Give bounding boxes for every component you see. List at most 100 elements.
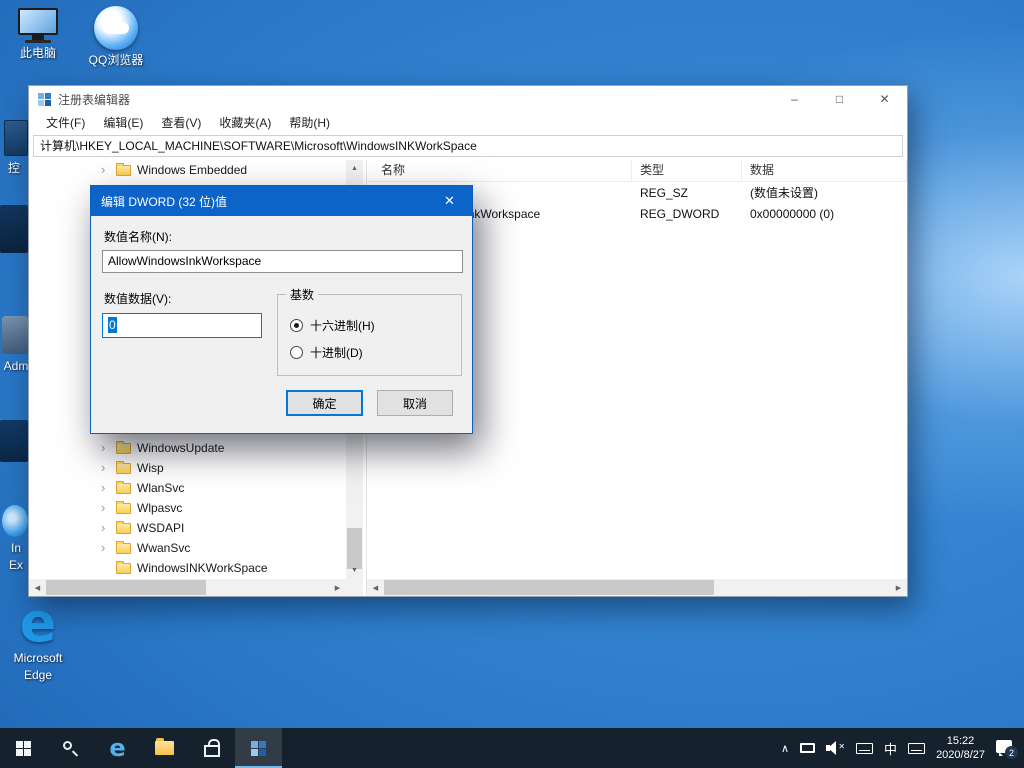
- chevron-right-icon[interactable]: ›: [101, 461, 116, 475]
- tree-item-label: WSDAPI: [137, 521, 185, 535]
- taskbar-edge-button[interactable]: e: [94, 728, 141, 768]
- tree-item-windows-embedded[interactable]: › Windows Embedded: [29, 160, 349, 180]
- dialog-titlebar[interactable]: 编辑 DWORD (32 位)值: [91, 186, 472, 216]
- base-group-label: 基数: [286, 286, 319, 303]
- radio-dec-label: 十进制(D): [310, 345, 363, 360]
- tree-item-windowsinkworkspace[interactable]: WindowsINKWorkSpace: [29, 558, 349, 578]
- folder-icon: [116, 560, 131, 574]
- tree-item-wsdapi[interactable]: › WSDAPI: [29, 518, 349, 538]
- chevron-right-icon[interactable]: ›: [101, 501, 116, 515]
- scroll-up-icon[interactable]: ▲: [346, 160, 363, 177]
- tree-item-label: WindowsINKWorkSpace: [137, 561, 268, 575]
- scroll-left-icon[interactable]: ◀: [29, 579, 46, 596]
- chevron-right-icon[interactable]: ›: [101, 481, 116, 495]
- edge-label-line2: Edge: [23, 668, 53, 682]
- folder-icon: [116, 520, 131, 534]
- menu-help[interactable]: 帮助(H): [280, 112, 339, 134]
- folder-icon: [116, 480, 131, 494]
- scroll-left-icon[interactable]: ◀: [367, 579, 384, 596]
- value-data-input[interactable]: 0: [102, 313, 262, 338]
- folder-icon: [116, 460, 131, 474]
- registry-app-icon: [38, 92, 51, 106]
- edge-icon: e: [109, 734, 126, 762]
- column-header-type[interactable]: 类型: [632, 160, 742, 182]
- value-name-input[interactable]: AllowWindowsInkWorkspace: [102, 250, 463, 273]
- folder-icon: [116, 162, 131, 176]
- radio-checked-icon[interactable]: [290, 318, 303, 332]
- chevron-right-icon[interactable]: ›: [101, 541, 116, 555]
- taskbar-explorer-button[interactable]: [141, 728, 188, 768]
- radio-unchecked-icon[interactable]: [290, 345, 303, 359]
- scroll-down-icon[interactable]: ▼: [346, 562, 363, 579]
- registry-titlebar[interactable]: 注册表编辑器 – □ ✕: [29, 86, 907, 112]
- edge-label-line1: Microsoft: [13, 651, 63, 665]
- partial-desktop-icon-1[interactable]: [4, 120, 28, 156]
- start-button[interactable]: [0, 728, 47, 768]
- address-bar-area: 计算机\HKEY_LOCAL_MACHINE\SOFTWARE\Microsof…: [29, 134, 907, 160]
- tree-item-label: WindowsUpdate: [137, 441, 225, 455]
- action-center-icon[interactable]: 2: [996, 739, 1018, 759]
- list-horizontal-scrollbar[interactable]: ◀ ▶: [367, 579, 907, 596]
- chevron-right-icon[interactable]: ›: [101, 441, 116, 455]
- tray-chevron-up-icon[interactable]: ∧: [781, 742, 789, 755]
- taskbar-store-button[interactable]: [188, 728, 235, 768]
- minimize-button[interactable]: –: [772, 86, 817, 112]
- tree-item-label: Wisp: [137, 461, 164, 475]
- radio-hexadecimal[interactable]: 十六进制(H): [290, 317, 375, 333]
- volume-muted-icon[interactable]: ✕: [826, 740, 845, 756]
- edit-dword-dialog: 编辑 DWORD (32 位)值 ✕ 数值名称(N): AllowWindows…: [90, 185, 473, 434]
- partial-desktop-icon-2[interactable]: [0, 205, 28, 253]
- desktop-icon-this-pc[interactable]: 此电脑: [0, 8, 76, 60]
- registry-icon: [251, 740, 266, 756]
- tree-horizontal-scrollbar[interactable]: ◀ ▶: [29, 579, 346, 596]
- ok-button[interactable]: 确定: [286, 390, 363, 416]
- tree-item-wisp[interactable]: › Wisp: [29, 458, 349, 478]
- scroll-right-icon[interactable]: ▶: [890, 579, 907, 596]
- ime-keyboard-icon[interactable]: [856, 742, 874, 754]
- tree-item-wwansvc[interactable]: › WwanSvc: [29, 538, 349, 558]
- scroll-right-icon[interactable]: ▶: [329, 579, 346, 596]
- touch-keyboard-icon[interactable]: [908, 742, 926, 754]
- value-type-cell: REG_DWORD: [640, 206, 720, 221]
- tree-item-wlpasvc[interactable]: › Wlpasvc: [29, 498, 349, 518]
- address-bar-input[interactable]: 计算机\HKEY_LOCAL_MACHINE\SOFTWARE\Microsof…: [33, 135, 903, 157]
- menu-favorites[interactable]: 收藏夹(A): [210, 112, 280, 134]
- radio-hex-label: 十六进制(H): [310, 318, 375, 333]
- menu-view[interactable]: 查看(V): [152, 112, 210, 134]
- dialog-title: 编辑 DWORD (32 位)值: [101, 194, 228, 209]
- dialog-close-icon[interactable]: ✕: [427, 186, 472, 216]
- partial-desktop-icon-3[interactable]: [2, 316, 28, 354]
- chevron-right-icon[interactable]: ›: [101, 163, 116, 177]
- cancel-button[interactable]: 取消: [377, 390, 453, 416]
- chevron-right-icon[interactable]: ›: [101, 521, 116, 535]
- taskbar-regedit-button[interactable]: [235, 728, 282, 768]
- tree-item-wlansvc[interactable]: › WlanSvc: [29, 478, 349, 498]
- clock-time: 15:22: [946, 735, 975, 747]
- taskbar-clock[interactable]: 15:22 2020/8/27: [936, 734, 985, 762]
- column-header-data[interactable]: 数据: [742, 160, 907, 182]
- close-button[interactable]: ✕: [862, 86, 907, 112]
- radio-decimal[interactable]: 十进制(D): [290, 344, 363, 360]
- taskbar-search-button[interactable]: [47, 728, 94, 768]
- value-data-label: 数值数据(V):: [104, 292, 172, 306]
- list-hscroll-thumb[interactable]: [384, 580, 714, 595]
- tree-item-windowsupdate[interactable]: › WindowsUpdate: [29, 438, 349, 458]
- list-header: 名称 类型 数据: [367, 160, 907, 182]
- desktop-icon-edge[interactable]: e Microsoft Edge: [0, 596, 76, 683]
- display-icon[interactable]: [800, 743, 816, 753]
- qq-browser-icon: [94, 6, 138, 50]
- maximize-button[interactable]: □: [817, 86, 862, 112]
- search-icon: [62, 740, 79, 757]
- mute-x-icon: ✕: [838, 742, 846, 751]
- desktop-icon-qq-browser[interactable]: QQ浏览器: [78, 6, 154, 67]
- partial-desktop-icon-4[interactable]: [0, 420, 28, 462]
- menu-file[interactable]: 文件(F): [37, 112, 94, 134]
- taskbar: e ∧ ✕ 中 15:22 2020/8/27 2: [0, 728, 1024, 768]
- column-header-name[interactable]: 名称: [367, 160, 632, 182]
- system-tray: ∧ ✕ 中 15:22 2020/8/27 2: [781, 728, 1024, 768]
- ime-language-indicator[interactable]: 中: [884, 739, 897, 758]
- scrollbar-corner: [346, 579, 363, 596]
- partial-desktop-icon-ie[interactable]: [2, 505, 28, 537]
- tree-hscroll-thumb[interactable]: [46, 580, 206, 595]
- menu-edit[interactable]: 编辑(E): [94, 112, 152, 134]
